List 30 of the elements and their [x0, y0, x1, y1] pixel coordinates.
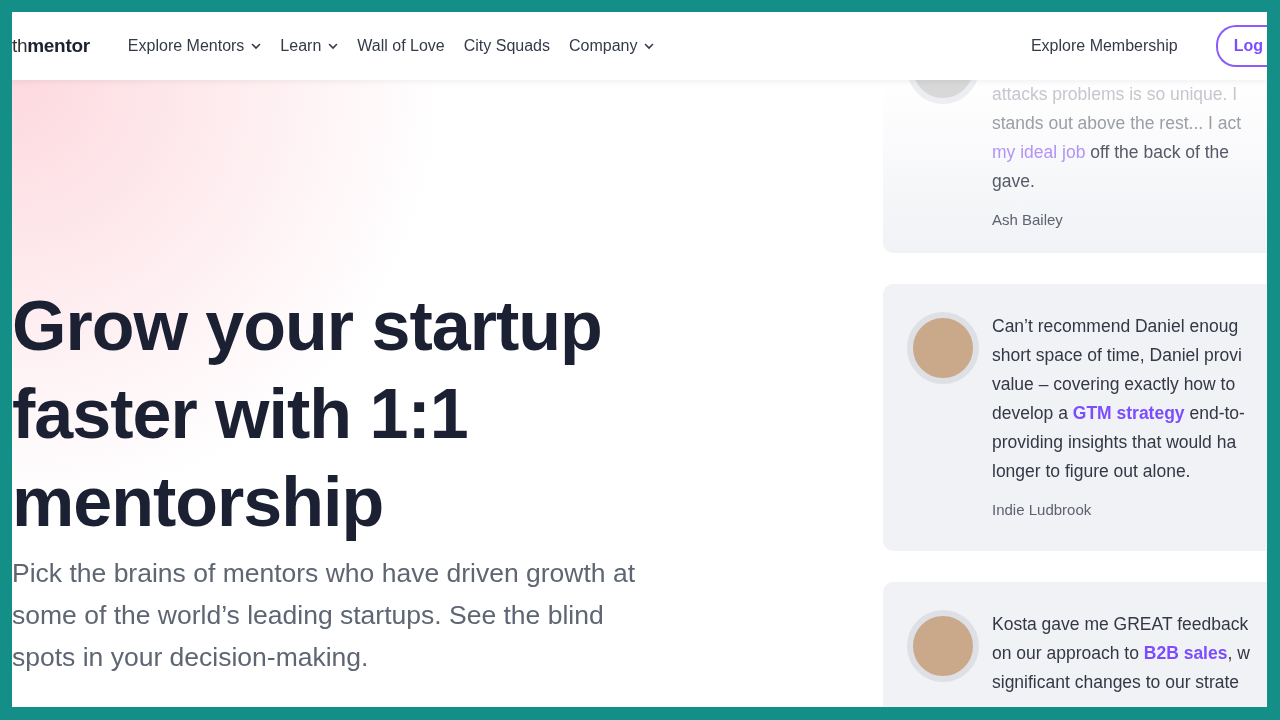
author-name: Ash Bailey — [992, 211, 1064, 228]
nav-link[interactable]: Company — [569, 37, 655, 55]
chevron-down-icon — [251, 42, 262, 50]
hero-heading: Grow your startup faster with 1:1 mentorship — [12, 286, 603, 543]
chevron-down-icon — [644, 42, 655, 50]
login-button[interactable]: Log — [1215, 25, 1267, 67]
testimonial-text: stands out above the rest... I act — [992, 112, 1242, 135]
chevron-down-icon — [328, 42, 339, 50]
text-link[interactable]: B2B sales — [1143, 643, 1228, 663]
nav-link[interactable]: City Squads — [463, 37, 550, 55]
testimonial-text: attacks problems is so unique. I — [992, 83, 1239, 106]
text-link[interactable]: GTM strategy — [1072, 403, 1185, 423]
testimonial-text: gave. — [992, 170, 1036, 193]
testimonial-text: Can’t recommend Daniel enoug — [992, 315, 1240, 338]
testimonial-text: providing insights that would ha — [992, 431, 1238, 454]
testimonial-text: longer to figure out alone. — [992, 460, 1192, 483]
nav-link[interactable]: Wall of Love — [357, 37, 445, 55]
testimonial-text: on our approach to B2B sales, w — [992, 642, 1250, 665]
nav-link[interactable]: Explore Mentors — [127, 37, 262, 55]
hero-description: Pick the brains of mentors who have driven growth at some of the world’s leading startups. See the blind spots in your decision-making. — [12, 557, 637, 674]
testimonial-text: significant changes to our strate — [992, 671, 1241, 694]
testimonial-text: my ideal job off the back of the — [992, 141, 1231, 164]
testimonial-text: short space of time, Daniel provi — [992, 344, 1243, 367]
testimonial-text: develop a GTM strategy end-to- — [992, 402, 1245, 425]
author-name: Indie Ludbrook — [992, 501, 1093, 518]
testimonial-text: Kosta gave me GREAT feedback — [992, 613, 1250, 636]
testimonial-text: value – covering exactly how to — [992, 373, 1237, 396]
nav-link[interactable]: Learn — [280, 37, 339, 55]
nav-link[interactable]: Explore Membership — [1030, 37, 1178, 55]
logo[interactable]: thmentor — [12, 35, 90, 57]
